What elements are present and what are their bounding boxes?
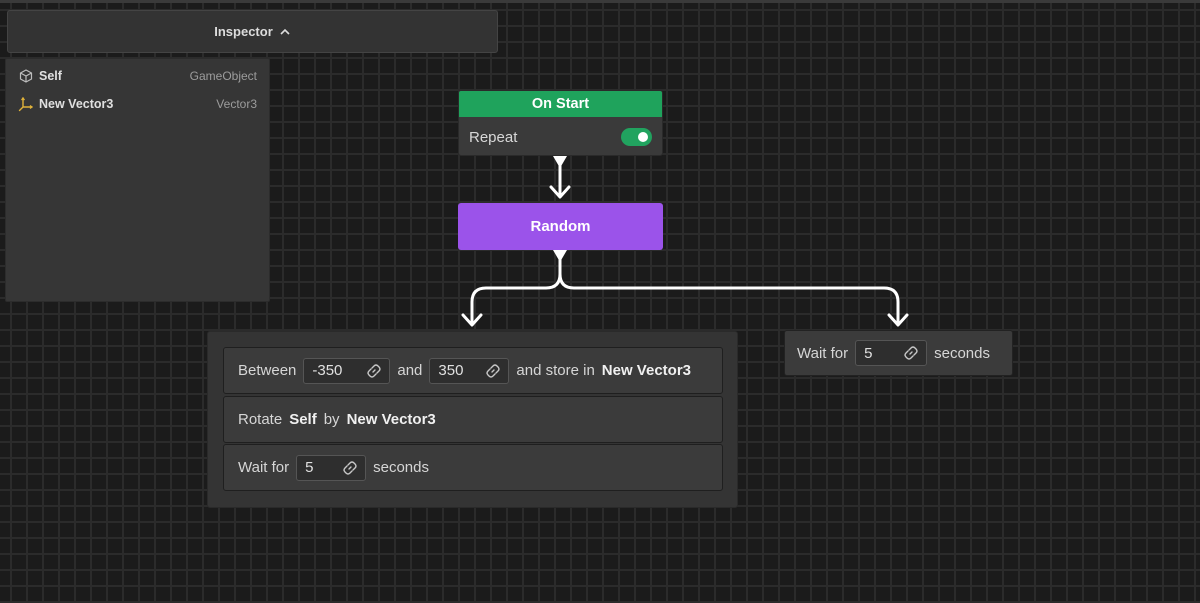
wait-node[interactable]: Wait for 5 seconds — [784, 330, 1013, 376]
step-text: Wait for — [238, 459, 290, 476]
step-text: and store in — [516, 362, 595, 379]
rotate-value-variable[interactable]: New Vector3 — [347, 411, 436, 428]
field-value: -350 — [312, 362, 343, 379]
link-icon[interactable] — [342, 460, 358, 476]
on-start-node[interactable]: On Start Repeat — [458, 90, 663, 156]
field-value: 350 — [438, 362, 464, 379]
axis-icon — [18, 96, 34, 112]
random-title: Random — [530, 218, 591, 235]
step-text: by — [323, 411, 340, 428]
wait-seconds-field[interactable]: 5 — [855, 340, 928, 366]
repeat-toggle[interactable] — [621, 128, 652, 146]
output-port-random — [553, 250, 567, 262]
wait-seconds-field[interactable]: 5 — [296, 454, 367, 481]
inspector-item-type: GameObject — [189, 69, 257, 83]
link-icon[interactable] — [485, 363, 501, 379]
max-value-field[interactable]: 350 — [429, 357, 510, 384]
repeat-row: Repeat — [459, 117, 662, 155]
step-text: Rotate — [238, 411, 283, 428]
inspector-title: Inspector — [214, 24, 273, 39]
field-value: 5 — [305, 459, 314, 476]
on-start-title: On Start — [459, 91, 662, 117]
inspector-item-name: Self — [39, 69, 62, 83]
inspector-item-name: New Vector3 — [39, 97, 114, 111]
output-port-on-start — [553, 156, 567, 168]
step-text: seconds — [934, 344, 990, 362]
field-value: 5 — [864, 344, 873, 362]
cube-icon — [18, 68, 34, 84]
inspector-header[interactable]: Inspector — [7, 10, 498, 53]
wait-step[interactable]: Wait for 5 seconds — [223, 444, 723, 491]
step-text: Wait for — [797, 344, 849, 362]
link-icon[interactable] — [903, 345, 919, 361]
action-group[interactable]: Between -350 and 350 and store in New Ve… — [207, 331, 738, 508]
inspector-item-new-vector3[interactable]: New Vector3 Vector3 — [18, 94, 257, 114]
chevron-up-icon[interactable] — [279, 26, 291, 38]
rotate-step[interactable]: Rotate Self by New Vector3 — [223, 396, 723, 443]
repeat-label: Repeat — [469, 128, 518, 146]
store-target-variable[interactable]: New Vector3 — [602, 362, 691, 379]
inspector-panel: Self GameObject New Vector3 Vector3 — [5, 58, 270, 302]
step-text: Between — [238, 362, 297, 379]
inspector-item-self[interactable]: Self GameObject — [18, 66, 257, 86]
link-icon[interactable] — [366, 363, 382, 379]
random-node[interactable]: Random — [458, 203, 663, 250]
step-text: and — [397, 362, 423, 379]
between-step[interactable]: Between -350 and 350 and store in New Ve… — [223, 347, 723, 394]
inspector-item-type: Vector3 — [216, 97, 257, 111]
min-value-field[interactable]: -350 — [303, 357, 391, 384]
step-text: seconds — [373, 459, 429, 476]
rotate-object-variable[interactable]: Self — [289, 411, 317, 428]
top-border — [0, 0, 1200, 3]
